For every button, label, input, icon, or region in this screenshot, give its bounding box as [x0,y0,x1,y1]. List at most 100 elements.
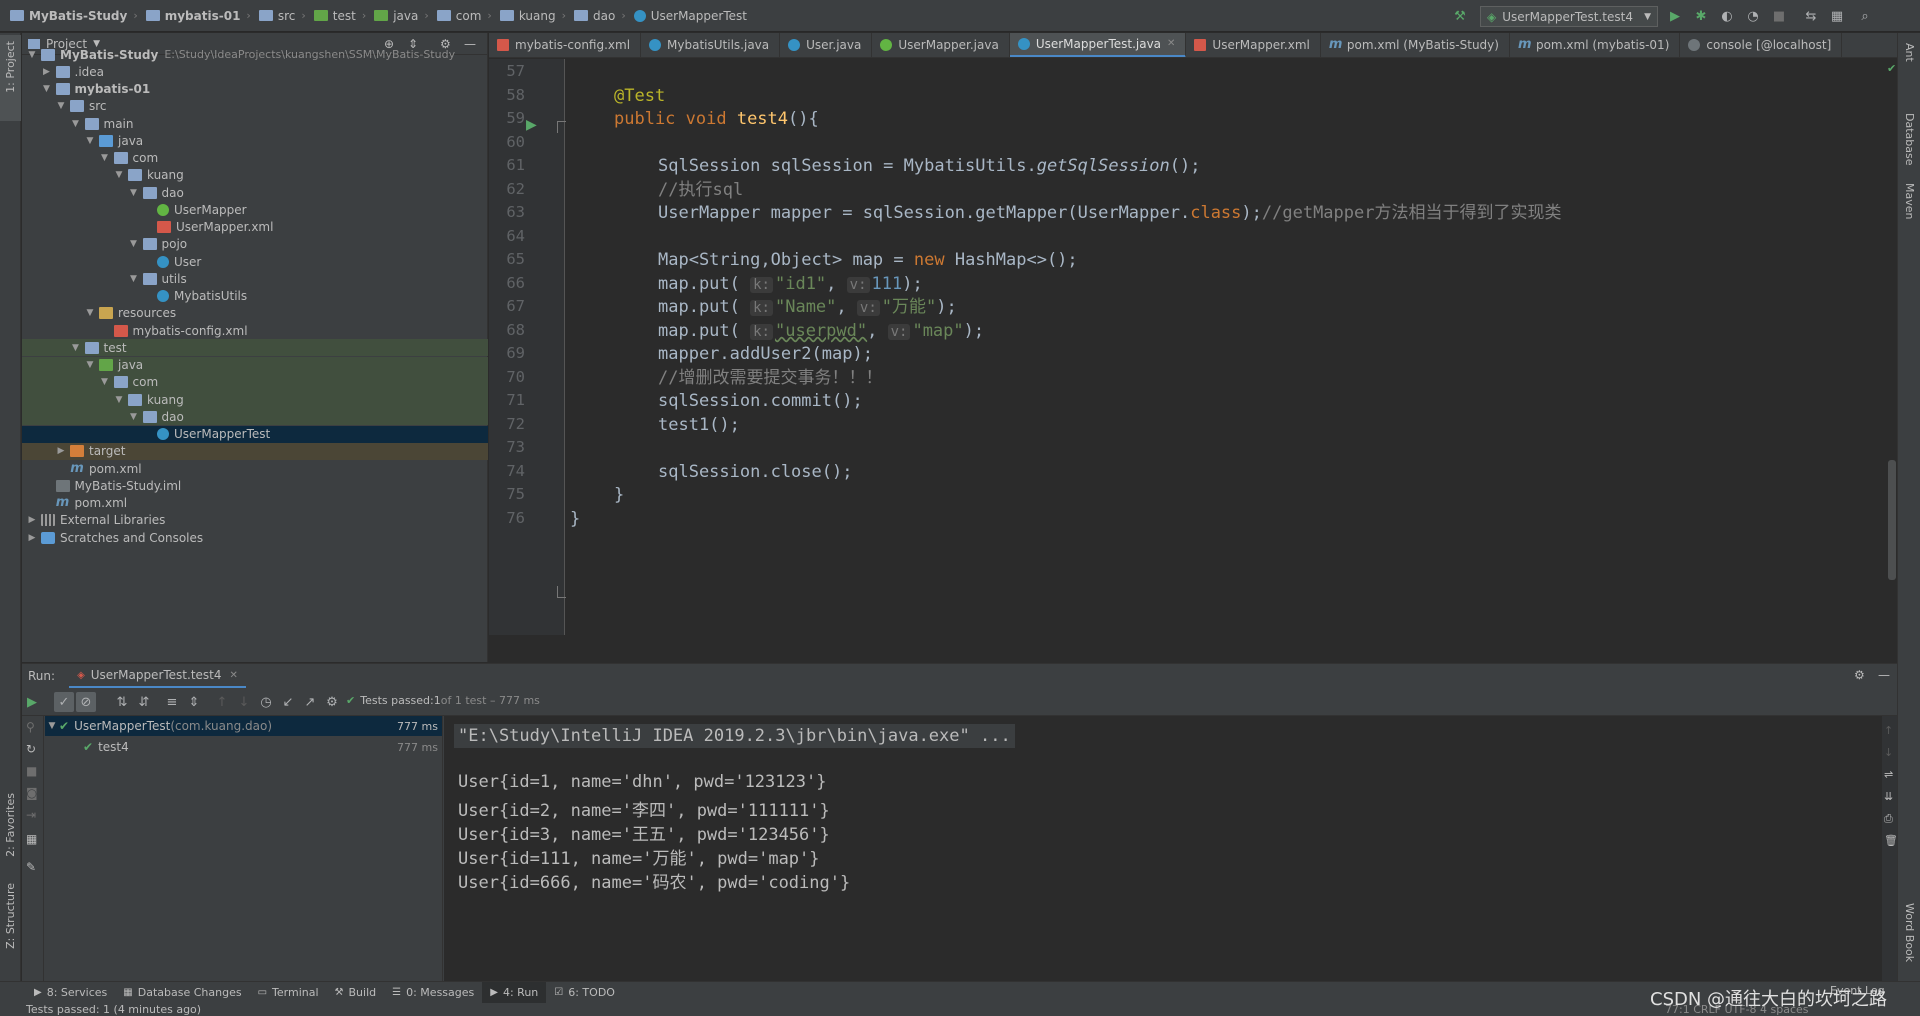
word-book-tool-tab[interactable]: Word Book [1903,903,1916,962]
close-icon[interactable]: ✕ [230,670,238,681]
scroll-to-end-icon[interactable]: ⇊ [1884,790,1893,803]
expand-arrow-icon[interactable]: ▼ [70,119,82,129]
breadcrumb-item[interactable]: dao › [570,0,630,32]
tree-item[interactable]: ▶ External Libraries [22,512,488,529]
camera-icon[interactable]: ◙ [26,786,38,800]
bottom-tool-tab[interactable]: ▦ Database Changes [115,982,249,1004]
bottom-tool-tab[interactable]: ▶ 8: Services [26,982,115,1004]
collapse-all-icon[interactable]: ⇕ [184,692,204,712]
editor-tab[interactable]: mybatis-config.xml [489,33,642,57]
editor-tab[interactable]: UserMapperTest.java ✕ [1009,33,1187,57]
editor-tab[interactable]: MybatisUtils.java [641,33,781,57]
expand-arrow-icon[interactable]: ▼ [128,274,140,284]
editor-tab[interactable]: UserMapper.xml [1186,33,1321,57]
bottom-tool-tab[interactable]: ☰ 0: Messages [384,982,482,1004]
tree-item[interactable]: ▼ kuang [22,167,488,184]
status-message[interactable]: Tests passed: 1 (4 minutes ago) [26,1003,201,1016]
editor-tab[interactable]: User.java [780,33,873,57]
expand-arrow-icon[interactable]: ▼ [113,395,125,405]
refresh-icon[interactable]: ↻ [26,742,36,756]
bottom-tool-tab[interactable]: ▶ 4: Run [482,981,547,1004]
database-tool-tab[interactable]: Database [1903,113,1916,166]
tree-item[interactable]: ▶ target [22,442,488,460]
pin-icon[interactable]: ⚲ [26,720,35,734]
breadcrumb-item[interactable]: MyBatis-Study › [6,0,142,32]
project-tool-tab[interactable]: 1: Project [4,41,17,93]
export-tests-icon[interactable]: ↗ [300,692,320,712]
tree-item[interactable]: ▼ main [22,115,488,132]
show-ignored-icon[interactable]: ⊘ [76,692,96,712]
expand-arrow-icon[interactable]: ▼ [128,412,140,422]
expand-arrow-icon[interactable]: ▼ [99,153,111,163]
sort-alpha-icon[interactable]: ⇅ [112,692,132,712]
tree-item[interactable]: ▼ com [22,373,488,391]
run-test-gutter-icon[interactable]: ▶ [526,117,537,133]
expand-arrow-icon[interactable]: ▼ [84,360,96,370]
stop-icon[interactable]: ■ [1771,8,1787,24]
run-tab[interactable]: ◈ UserMapperTest.test4 ✕ [69,664,246,688]
next-failed-icon[interactable]: ↓ [234,692,254,712]
previous-failed-icon[interactable]: ↑ [212,692,232,712]
test-suite-row[interactable]: ▼ ✔ UserMapperTest (com.kuang.dao) 777 m… [45,716,442,736]
show-passed-icon[interactable]: ✓ [54,692,74,712]
expand-arrow-icon[interactable]: ▼ [84,136,96,146]
tree-item[interactable]: ▼ java [22,356,488,374]
editor-tab[interactable]: m pom.xml (MyBatis-Study) [1321,33,1510,57]
breadcrumb-item[interactable]: UserMapperTest [630,0,751,32]
debug-icon[interactable]: ✱ [1693,8,1709,24]
tree-item[interactable]: User [22,253,488,270]
code-editor[interactable]: @Test public void test4(){ SqlSession sq… [566,59,1888,635]
expand-arrow-icon[interactable]: ▼ [128,188,140,198]
editor-tab[interactable]: m pom.xml (mybatis-01) [1510,33,1681,57]
tree-item[interactable]: ▼ java [22,132,488,149]
tree-item[interactable]: ▼ pojo [22,236,488,253]
import-tests-icon[interactable]: ↙ [278,692,298,712]
editor-tab[interactable]: UserMapper.java [872,33,1010,57]
print-icon[interactable]: ⎙ [1884,812,1893,826]
breadcrumb-item[interactable]: src › [255,0,310,32]
favorites-tool-tab[interactable]: 2: Favorites [4,793,17,857]
editor-tab[interactable]: console [@localhost] [1680,33,1843,57]
inspection-ok-icon[interactable]: ✔ [1887,62,1896,75]
expand-arrow-icon[interactable]: ▼ [45,721,59,731]
tree-item[interactable]: mybatis-config.xml [22,322,488,339]
breadcrumb-item[interactable]: kuang › [496,0,570,32]
sort-duration-icon[interactable]: ⇵ [134,692,154,712]
rerun-icon[interactable]: ▶ [22,692,42,712]
tree-item[interactable]: ▼ dao [22,408,488,426]
expand-all-icon[interactable]: ≡ [162,692,182,712]
pin-tab-icon[interactable]: ✎ [26,860,36,874]
expand-arrow-icon[interactable]: ▼ [70,343,82,353]
stop-icon[interactable]: ■ [26,764,37,778]
tree-item[interactable]: UserMapperTest [22,425,488,443]
vcs-icon[interactable]: ⇆ [1803,8,1819,24]
expand-arrow-icon[interactable]: ▼ [26,50,38,60]
tree-item[interactable]: ▼ dao [22,184,488,201]
gear-icon[interactable]: ⚙ [1854,668,1865,682]
structure-tool-tab[interactable]: Z: Structure [4,883,17,949]
expand-arrow-icon[interactable]: ▼ [128,239,140,249]
tree-item[interactable]: MyBatis-Study.iml [22,477,488,494]
tree-item[interactable]: m pom.xml [22,495,488,512]
exit-icon[interactable]: ⇥ [26,808,36,822]
profile-icon[interactable]: ◔ [1745,8,1761,24]
collapse-arrow-icon[interactable]: ▶ [55,446,67,456]
tree-item[interactable]: ▼ com [22,150,488,167]
tree-item[interactable]: ▼ test [22,339,488,357]
gear-icon[interactable]: ⚙ [322,692,342,712]
expand-arrow-icon[interactable]: ▼ [41,84,53,94]
soft-wrap-icon[interactable]: ⇌ [1884,768,1893,781]
trash-icon[interactable]: 🗑 [1884,834,1898,847]
up-arrow-icon[interactable]: ↑ [1884,724,1893,737]
breadcrumb-item[interactable]: test › [310,0,370,32]
close-icon[interactable]: ✕ [1167,38,1175,49]
tree-item[interactable]: ▶ Scratches and Consoles [22,529,488,546]
tree-item[interactable]: MybatisUtils [22,288,488,305]
tree-item[interactable]: ▼ src [22,98,488,115]
tree-item[interactable]: ▼ utils [22,270,488,287]
tree-item[interactable]: ▼ MyBatis-Study E:\Study\IdeaProjects\kuan… [22,46,488,63]
run-icon[interactable]: ▶ [1667,8,1683,24]
history-icon[interactable]: ◷ [256,692,276,712]
coverage-icon[interactable]: ◐ [1719,8,1735,24]
tree-item[interactable]: ▼ resources [22,305,488,322]
